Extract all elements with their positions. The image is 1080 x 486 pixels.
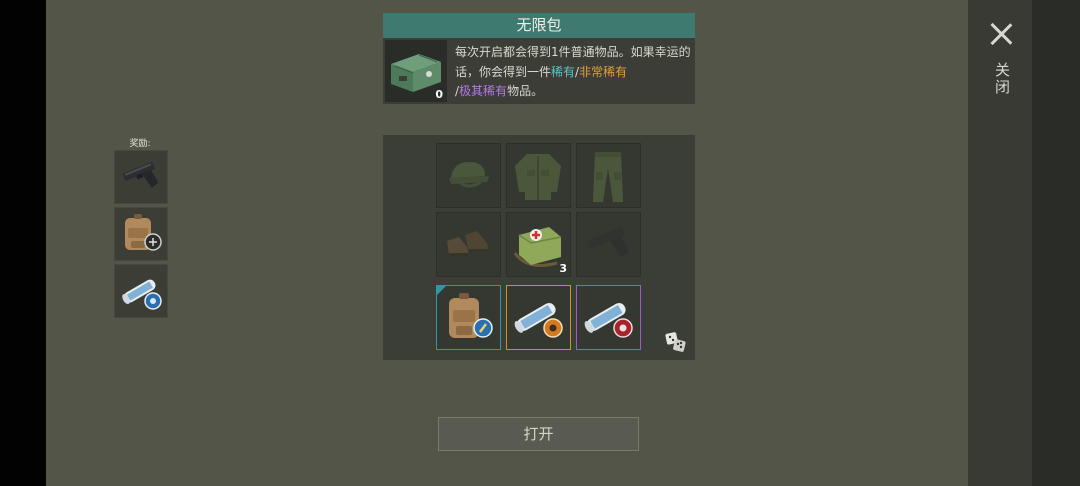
grid-slot-pistol[interactable] bbox=[576, 212, 641, 277]
grid-slot-blueprint-very-rare[interactable] bbox=[506, 285, 571, 350]
blueprint-scroll-icon bbox=[122, 279, 162, 310]
rarity-corner-marker bbox=[437, 286, 446, 295]
rarity-rare-label: 稀有 bbox=[551, 64, 576, 79]
screen-bezel-left bbox=[0, 0, 46, 486]
rewards-title: 奖励: bbox=[129, 139, 151, 149]
open-button[interactable]: 打开 bbox=[438, 417, 639, 451]
reward-slot-blueprint[interactable] bbox=[114, 264, 168, 318]
item-icon-slot: 0 bbox=[385, 40, 447, 102]
boots-icon bbox=[447, 231, 489, 256]
backpack-blueprint-icon bbox=[449, 293, 493, 338]
close-icon[interactable] bbox=[989, 22, 1013, 46]
grid-slot-blueprint-ultra-rare[interactable] bbox=[576, 285, 641, 350]
item-info-card: 无限包 0 每次开启都会得到1件普通物品。如果幸运的话，你会得到一件稀有/非常稀… bbox=[383, 13, 695, 104]
grid-slot-boots[interactable] bbox=[436, 212, 501, 277]
item-description: 每次开启都会得到1件普通物品。如果幸运的话，你会得到一件稀有/非常稀有/极其稀有… bbox=[455, 43, 693, 102]
item-count: 3 bbox=[559, 262, 567, 275]
backpack-blueprint-icon bbox=[125, 214, 162, 251]
blueprint-scroll-icon bbox=[584, 303, 633, 338]
item-title: 无限包 bbox=[383, 13, 695, 38]
close-label[interactable]: 关闭 bbox=[992, 62, 1013, 96]
cap-icon bbox=[449, 162, 489, 188]
dice-icon[interactable] bbox=[664, 330, 688, 354]
description-end: 物品。 bbox=[507, 84, 544, 98]
reward-slot-backpack-blueprint[interactable] bbox=[114, 207, 168, 261]
grid-slot-backpack-blueprint[interactable] bbox=[436, 285, 501, 350]
rarity-very-rare-label: 非常稀有 bbox=[579, 64, 628, 79]
screen-bezel-right bbox=[1032, 0, 1080, 486]
item-count: 0 bbox=[435, 88, 443, 101]
blueprint-scroll-icon bbox=[514, 303, 563, 338]
loot-grid-panel: 3 bbox=[383, 135, 695, 360]
pistol-icon bbox=[586, 226, 630, 258]
grid-slot-medkit[interactable]: 3 bbox=[506, 212, 571, 277]
grid-slot-jacket[interactable] bbox=[506, 143, 571, 208]
pistol-icon bbox=[122, 162, 159, 188]
grid-slot-pants[interactable] bbox=[576, 143, 641, 208]
grid-slot-cap[interactable] bbox=[436, 143, 501, 208]
rarity-ultra-rare-label: 极其稀有 bbox=[459, 84, 508, 98]
close-button[interactable]: 关闭 bbox=[983, 18, 1019, 102]
pants-icon bbox=[593, 152, 623, 202]
reward-slot-pistol[interactable] bbox=[114, 150, 168, 204]
jacket-icon bbox=[515, 154, 561, 200]
